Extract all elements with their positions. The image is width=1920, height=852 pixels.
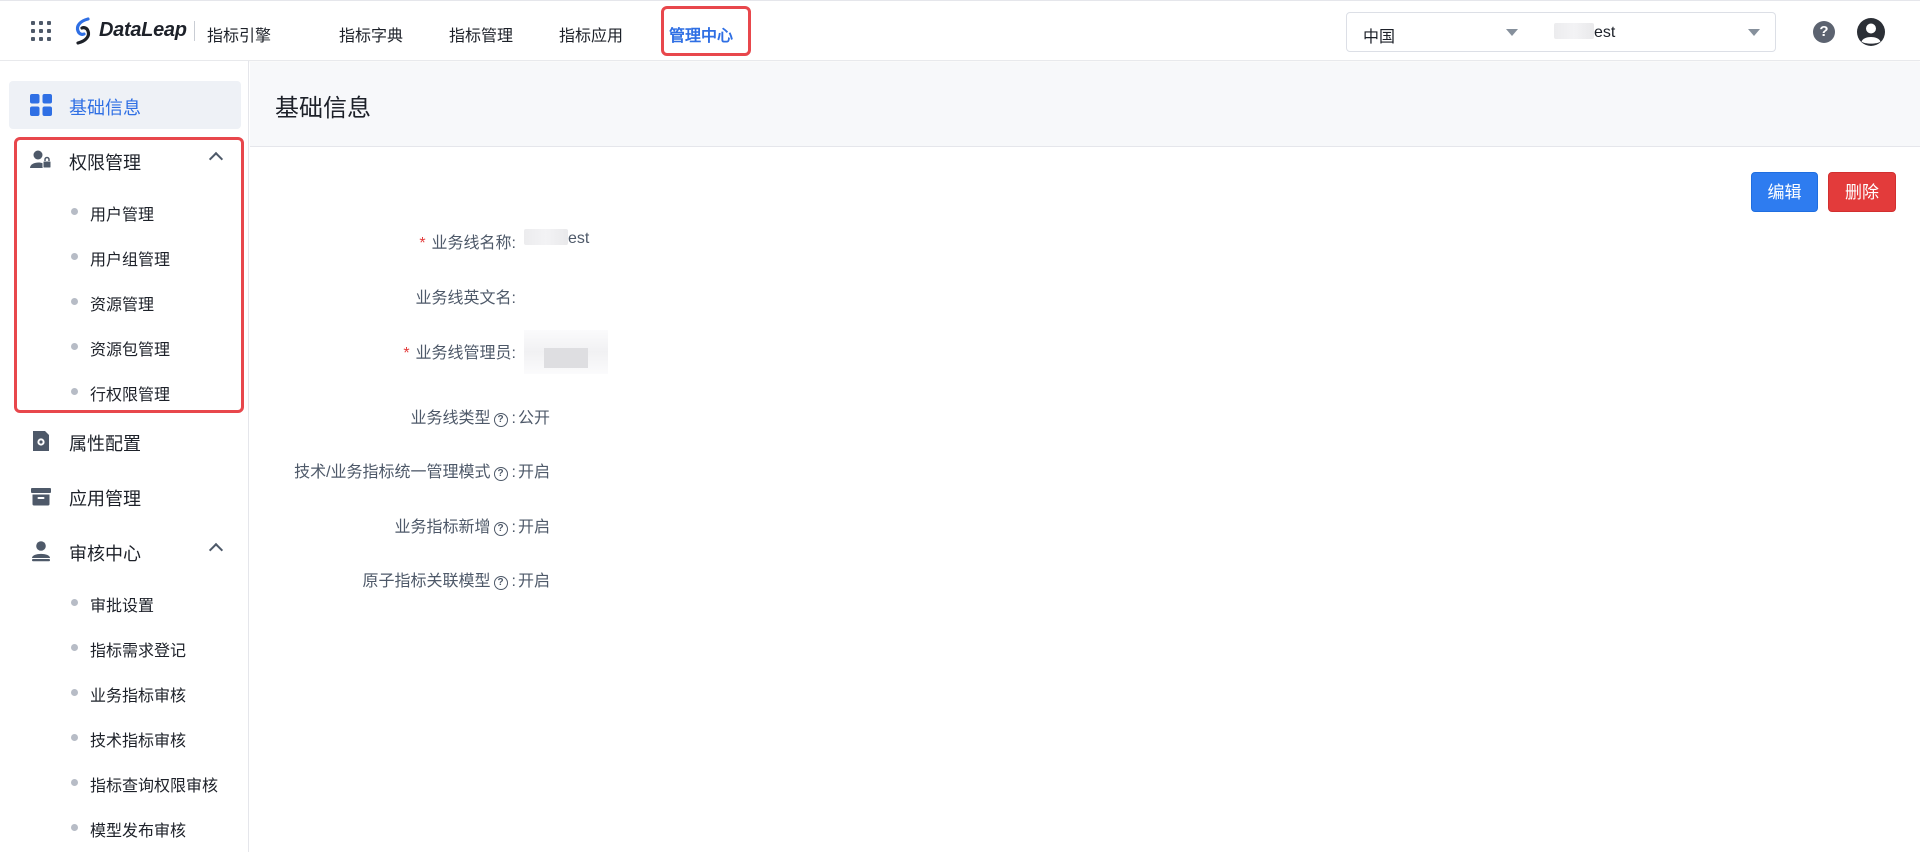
sidebar-subitem-query-permission-review[interactable]: 指标查询权限审核 xyxy=(0,764,240,800)
business-line-name-label: * 业务线名称: xyxy=(419,235,516,252)
nav-metric-dictionary[interactable]: 指标字典 xyxy=(339,22,403,46)
question-circle-icon[interactable]: ? xyxy=(493,413,508,427)
bullet-dot xyxy=(71,779,78,786)
sidebar-item-review-center[interactable]: 审核中心 xyxy=(9,527,241,575)
sidebar-item-basic-info[interactable]: 基础信息 xyxy=(9,81,241,129)
sidebar-item-attribute-config[interactable]: 属性配置 xyxy=(9,417,241,465)
business-line-select[interactable]: est xyxy=(1533,12,1776,52)
page-header: 基础信息 xyxy=(250,62,1920,147)
bullet-dot xyxy=(71,644,78,651)
brand-name: DataLeap xyxy=(99,19,187,41)
sidebar-subitem-label: 业务指标审核 xyxy=(90,688,187,705)
page-title: 基础信息 xyxy=(275,95,371,122)
sidebar-item-label: 基础信息 xyxy=(69,98,141,118)
sidebar-subitem-model-publish-review[interactable]: 模型发布审核 xyxy=(0,809,240,845)
question-circle-icon[interactable]: ? xyxy=(493,467,508,481)
business-line-select-value: est xyxy=(1554,23,1615,42)
business-line-type-label: 业务线类型?: xyxy=(410,410,516,427)
bullet-dot xyxy=(71,689,78,696)
user-avatar-icon[interactable] xyxy=(1856,17,1886,47)
region-select-value: 中国 xyxy=(1363,29,1396,46)
help-icon[interactable]: ? xyxy=(1813,21,1835,43)
sidebar-subitem-approval-settings[interactable]: 审批设置 xyxy=(0,584,240,620)
delete-button[interactable]: 删除 xyxy=(1828,172,1896,212)
app-grid-icon[interactable] xyxy=(31,21,51,41)
sidebar-subitem-metric-demand-registration[interactable]: 指标需求登记 xyxy=(0,629,240,665)
sidebar-item-label: 属性配置 xyxy=(69,434,141,454)
sidebar-item-app-management[interactable]: 应用管理 xyxy=(9,472,241,520)
product-name: 指标引擎 xyxy=(207,28,272,45)
redacted-patch xyxy=(524,229,568,245)
sidebar-subitem-technical-metric-review[interactable]: 技术指标审核 xyxy=(0,719,240,755)
atomic-metric-model-value: 开启 xyxy=(518,573,551,590)
bullet-dot xyxy=(71,824,78,831)
redacted-patch xyxy=(544,348,588,368)
archive-box-icon xyxy=(31,488,51,506)
question-circle-icon[interactable]: ? xyxy=(493,522,508,536)
nav-metric-management[interactable]: 指标管理 xyxy=(449,22,513,46)
redacted-patch xyxy=(1554,23,1594,39)
sidebar-subitem-label: 指标需求登记 xyxy=(90,643,187,660)
sidebar-item-label: 审核中心 xyxy=(69,544,141,564)
atomic-metric-model-label: 原子指标关联模型?: xyxy=(362,573,516,590)
business-line-english-name-label: 业务线英文名: xyxy=(415,290,516,307)
bullet-dot xyxy=(71,734,78,741)
sidebar-subitem-label: 模型发布审核 xyxy=(90,823,187,840)
chevron-up-icon[interactable] xyxy=(208,542,224,558)
caret-down-icon xyxy=(1506,29,1518,36)
required-mark: * xyxy=(419,235,426,252)
nav-highlight-box xyxy=(661,6,751,56)
business-line-name-value: est xyxy=(524,229,589,248)
sidebar-subitem-label: 指标查询权限审核 xyxy=(90,778,219,795)
edit-button[interactable]: 编辑 xyxy=(1751,172,1818,212)
caret-down-icon xyxy=(1748,29,1760,36)
sidebar-subitem-label: 审批设置 xyxy=(90,598,155,615)
business-metric-add-value: 开启 xyxy=(518,519,551,536)
business-line-admin-label: * 业务线管理员: xyxy=(403,345,516,362)
dashboard-grid-icon xyxy=(30,94,52,116)
business-line-type-value: 公开 xyxy=(518,410,551,427)
question-circle-icon[interactable]: ? xyxy=(493,576,508,590)
region-select[interactable]: 中国 xyxy=(1346,12,1534,52)
sidebar-item-label: 应用管理 xyxy=(69,489,141,509)
business-line-admin-value xyxy=(524,330,608,374)
required-mark: * xyxy=(403,345,410,362)
unified-management-mode-value: 开启 xyxy=(518,464,551,481)
unified-management-mode-label: 技术/业务指标统一管理模式?: xyxy=(294,464,516,481)
bullet-dot xyxy=(71,599,78,606)
sidebar-subitem-label: 技术指标审核 xyxy=(90,733,187,750)
nav-metric-application[interactable]: 指标应用 xyxy=(559,22,623,46)
sidebar-highlight-box xyxy=(14,137,244,413)
top-bar: DataLeap 指标引擎 指标字典 指标管理 指标应用 管理中心 中国 est… xyxy=(0,0,1920,61)
dataleap-logo-icon xyxy=(75,17,91,45)
brand-divider xyxy=(194,21,195,41)
settings-document-icon xyxy=(33,431,49,451)
reviewer-person-icon xyxy=(32,541,50,562)
sidebar-subitem-business-metric-review[interactable]: 业务指标审核 xyxy=(0,674,240,710)
business-metric-add-label: 业务指标新增?: xyxy=(394,519,516,536)
